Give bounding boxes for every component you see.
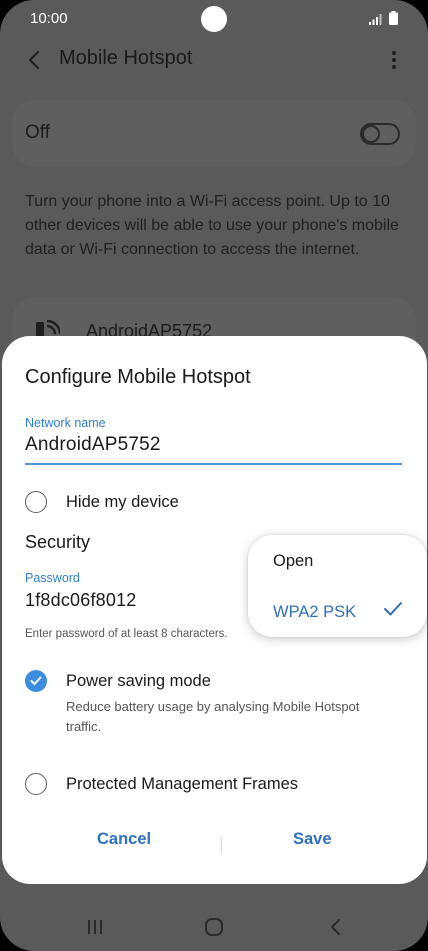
signal-icon	[369, 12, 383, 30]
hide-device-label: Hide my device	[66, 493, 179, 511]
network-name-underline	[25, 463, 402, 465]
hotspot-description: Turn your phone into a Wi-Fi access poin…	[25, 193, 399, 258]
cancel-button[interactable]: Cancel	[97, 830, 151, 849]
home-button[interactable]	[199, 914, 229, 940]
password-hint: Enter password of at least 8 characters.	[25, 628, 228, 640]
dialog-title: Configure Mobile Hotspot	[25, 366, 251, 388]
nav-back-button[interactable]	[320, 914, 350, 940]
security-option-open[interactable]: Open	[273, 552, 313, 571]
phone-screen: 10:00 Mobile Hotspot Off Turn your phone…	[0, 0, 428, 951]
hide-device-checkbox[interactable]	[25, 491, 47, 513]
security-option-wpa2[interactable]: WPA2 PSK	[273, 603, 356, 622]
chevron-left-icon	[28, 50, 40, 70]
security-dropdown-menu: Open WPA2 PSK	[248, 535, 427, 637]
camera-cutout	[201, 6, 227, 32]
recent-apps-button[interactable]	[80, 914, 110, 940]
network-name-input[interactable]: AndroidAP5752	[25, 434, 161, 456]
back-button[interactable]	[20, 46, 48, 74]
pmf-label: Protected Management Frames	[66, 775, 299, 793]
status-icons	[369, 11, 398, 30]
pmf-checkbox[interactable]	[25, 773, 47, 795]
selected-check-icon	[383, 601, 403, 622]
home-icon	[205, 918, 223, 936]
security-label: Security	[25, 532, 91, 552]
battery-icon	[389, 11, 398, 30]
back-icon	[331, 919, 340, 935]
app-bar: Mobile Hotspot	[0, 38, 428, 82]
power-saving-description: Reduce battery usage by analysing Mobile…	[66, 699, 360, 734]
footer-divider	[221, 837, 222, 853]
network-name-label: Network name	[25, 416, 106, 430]
hotspot-toggle[interactable]	[360, 123, 400, 145]
more-vertical-icon	[392, 51, 396, 69]
password-input[interactable]: 1f8dc06f8012	[25, 590, 137, 611]
power-saving-checkbox[interactable]	[25, 670, 47, 692]
navigation-bar	[0, 900, 428, 951]
master-switch-label: Off	[25, 122, 50, 143]
password-label: Password	[25, 571, 80, 585]
dialog-footer: Cancel Save	[2, 830, 427, 860]
status-bar: 10:00	[0, 0, 428, 38]
recent-apps-icon	[88, 920, 102, 934]
save-button[interactable]: Save	[293, 830, 332, 849]
more-options-button[interactable]	[380, 46, 408, 74]
status-time: 10:00	[30, 10, 68, 27]
power-saving-label: Power saving mode	[66, 672, 211, 690]
check-icon	[30, 676, 42, 685]
page-title: Mobile Hotspot	[59, 47, 193, 69]
hotspot-master-switch-card[interactable]: Off	[12, 100, 416, 166]
